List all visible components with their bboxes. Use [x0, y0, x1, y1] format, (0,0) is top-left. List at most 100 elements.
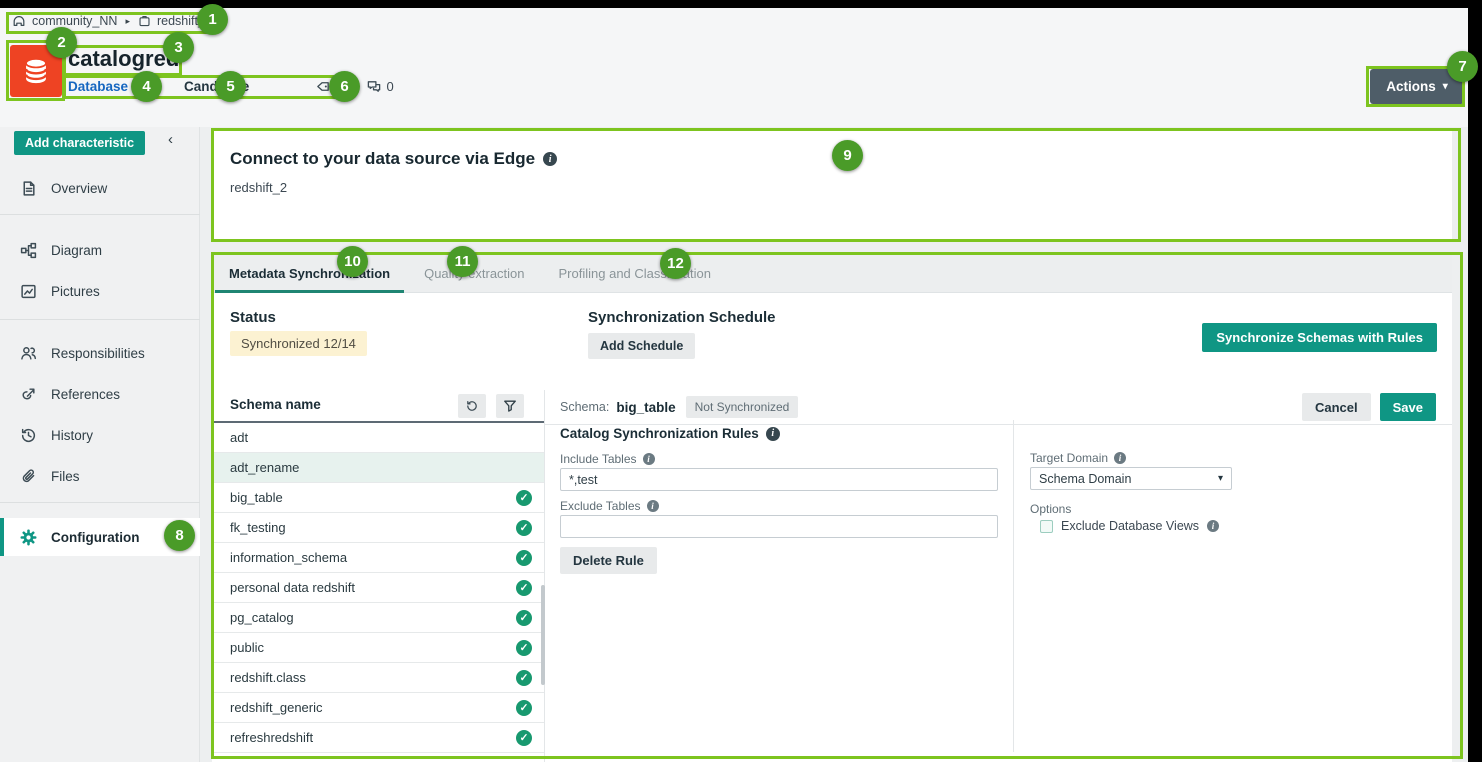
refresh-button[interactable] — [458, 394, 486, 418]
comments-icon — [366, 79, 382, 94]
target-domain-value: Schema Domain — [1039, 472, 1131, 486]
synchronize-schemas-button[interactable]: Synchronize Schemas with Rules — [1202, 323, 1437, 352]
detail-column-divider — [1013, 420, 1014, 752]
schema-name: fk_testing — [230, 520, 286, 535]
schema-row[interactable]: public✓ — [212, 633, 544, 663]
status-section-title: Status — [230, 309, 276, 326]
schema-row-selected[interactable]: adt_rename✓ — [212, 453, 544, 483]
exclude-views-checkbox[interactable] — [1040, 520, 1053, 533]
save-button[interactable]: Save — [1380, 393, 1436, 421]
asset-type-status-row: Database Candidate 0 0 — [68, 79, 416, 94]
synced-check-icon: ✓ — [516, 490, 532, 506]
schema-name: pg_catalog — [230, 610, 294, 625]
synchronization-panel: Metadata Synchronization Quality extract… — [212, 253, 1452, 762]
info-icon[interactable]: i — [543, 152, 557, 166]
tab-metadata-synchronization[interactable]: Metadata Synchronization — [212, 253, 407, 293]
target-domain-select[interactable]: Schema Domain ▾ — [1030, 467, 1232, 490]
history-icon — [20, 427, 37, 444]
sidebar-item-configuration[interactable]: Configuration — [0, 518, 200, 556]
sidebar-divider — [0, 214, 200, 215]
schema-name: refreshredshift — [230, 730, 313, 745]
sidebar-item-overview[interactable]: Overview — [0, 175, 200, 201]
tab-quality-extraction[interactable]: Quality extraction — [407, 253, 541, 293]
add-schedule-button[interactable]: Add Schedule — [588, 333, 695, 359]
breadcrumb-asset[interactable]: redshift_2 — [157, 14, 212, 28]
edge-card-title-text: Connect to your data source via Edge — [230, 149, 535, 169]
info-icon[interactable]: i — [1114, 452, 1126, 464]
sidebar-item-responsibilities[interactable]: Responsibilities — [0, 340, 200, 366]
schema-name: adt_rename — [230, 460, 299, 475]
tags-counter[interactable]: 0 — [315, 79, 343, 94]
info-icon[interactable]: i — [1207, 520, 1219, 532]
sidebar-item-references[interactable]: References — [0, 381, 200, 407]
schedule-section-title: Synchronization Schedule — [588, 309, 776, 326]
actions-label: Actions — [1386, 79, 1436, 94]
schema-row[interactable]: adt✓ — [212, 423, 544, 453]
breadcrumb-community[interactable]: community_NN — [32, 14, 117, 28]
delete-rule-button[interactable]: Delete Rule — [560, 547, 657, 574]
breadcrumb-separator-icon: ▸ — [123, 16, 132, 27]
schema-row[interactable]: pg_catalog✓ — [212, 603, 544, 633]
schema-row[interactable]: big_table✓ — [212, 483, 544, 513]
include-tables-input[interactable] — [560, 468, 998, 491]
schema-row[interactable]: refreshredshift✓ — [212, 723, 544, 753]
comments-counter[interactable]: 0 — [366, 79, 394, 94]
sidebar-item-label: Overview — [51, 181, 107, 196]
page-title: catalogred — [68, 46, 179, 72]
exclude-views-label: Exclude Database Views — [1061, 519, 1199, 533]
schema-detail-header: Schema: big_table Not Synchronized Cance… — [545, 390, 1452, 425]
cancel-button[interactable]: Cancel — [1302, 393, 1371, 421]
collapse-sidebar-icon[interactable]: ‹ — [168, 131, 173, 148]
sidebar-item-files[interactable]: Files — [0, 463, 200, 489]
comments-count: 0 — [387, 79, 394, 94]
schema-label: Schema: — [560, 400, 609, 414]
page-header: community_NN ▸ redshift_2 catalogred Dat… — [0, 8, 1468, 127]
schema-name-column-header: Schema name — [230, 397, 321, 412]
schema-name: personal data redshift — [230, 580, 355, 595]
schema-detail-name: big_table — [616, 400, 675, 415]
asset-type-link[interactable]: Database — [68, 79, 128, 94]
sidebar-item-label: References — [51, 387, 120, 402]
sidebar-item-history[interactable]: History — [0, 422, 200, 448]
people-icon — [20, 345, 37, 362]
gear-icon — [20, 529, 37, 546]
schema-row[interactable]: redshift_generic✓ — [212, 693, 544, 723]
sidebar-item-pictures[interactable]: Pictures — [0, 278, 200, 304]
database-asset-logo — [10, 45, 62, 97]
info-icon[interactable]: i — [766, 427, 780, 441]
asset-status-link[interactable]: Candidate — [184, 79, 249, 94]
schema-row[interactable]: redshift.class✓ — [212, 663, 544, 693]
community-icon — [12, 14, 26, 28]
schema-sync-status-badge: Not Synchronized — [686, 396, 799, 418]
schema-row[interactable]: personal data redshift ✓ — [212, 573, 544, 603]
sync-status-badge: Synchronized 12/14 — [230, 331, 367, 356]
sidebar-item-diagram[interactable]: Diagram — [0, 237, 200, 263]
tab-profiling-classification[interactable]: Profiling and Classification — [542, 253, 728, 293]
include-tables-label: Include Tables i — [560, 452, 655, 466]
edge-connection-card: Connect to your data source via Edge i r… — [212, 130, 1452, 242]
breadcrumb: community_NN ▸ redshift_2 — [12, 14, 212, 28]
filter-button[interactable] — [496, 394, 524, 418]
synced-check-icon: ✓ — [516, 640, 532, 656]
tag-icon — [315, 79, 331, 94]
document-icon — [20, 180, 37, 197]
sidebar-divider — [0, 319, 200, 320]
sidebar-item-label: Pictures — [51, 284, 100, 299]
actions-button[interactable]: Actions ▾ — [1370, 69, 1464, 104]
diagram-icon — [20, 242, 37, 259]
sidebar-item-label: History — [51, 428, 93, 443]
schema-row[interactable]: fk_testing ✓ — [212, 513, 544, 543]
link-icon — [20, 386, 37, 403]
sidebar-divider — [0, 502, 200, 503]
schema-list-header: Schema name — [212, 390, 544, 423]
schema-row[interactable]: information_schema✓ — [212, 543, 544, 573]
info-icon[interactable]: i — [643, 453, 655, 465]
add-characteristic-button[interactable]: Add characteristic — [14, 131, 145, 155]
refresh-icon — [465, 399, 479, 413]
exclude-tables-input[interactable] — [560, 515, 998, 538]
synced-check-icon: ✓ — [516, 580, 532, 596]
right-black-band — [1468, 0, 1482, 762]
synced-check-icon: ✓ — [516, 550, 532, 566]
info-icon[interactable]: i — [647, 500, 659, 512]
synced-check-icon: ✓ — [516, 520, 532, 536]
